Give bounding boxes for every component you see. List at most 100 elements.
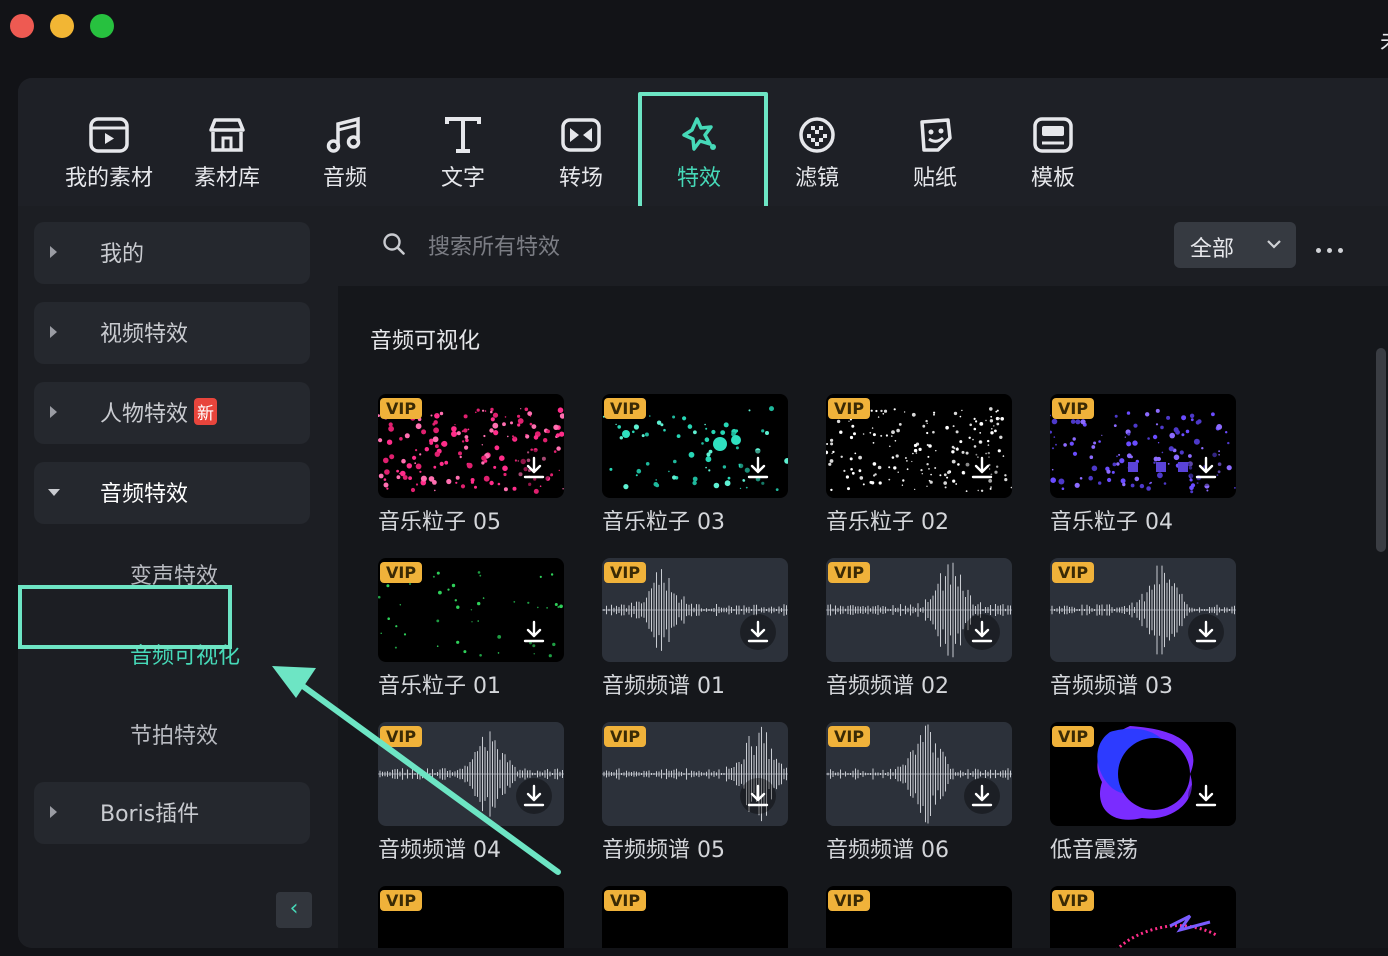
sidebar-item-video-effects[interactable]: 视频特效 <box>34 302 310 364</box>
tab-stock-media[interactable]: 素材库 <box>172 116 282 196</box>
effect-thumbnail[interactable]: VIP <box>826 886 1012 948</box>
effect-title: 音乐粒子 02 <box>826 510 949 535</box>
particle <box>415 463 422 470</box>
effect-thumbnail[interactable]: VIP <box>378 886 564 948</box>
tab-templates[interactable]: 模板 <box>998 116 1108 196</box>
zoom-window-button[interactable] <box>90 14 114 38</box>
particle <box>979 440 982 443</box>
particle <box>955 483 958 485</box>
particle <box>832 450 835 454</box>
effect-thumbnail[interactable]: VIP <box>826 722 1012 826</box>
particle <box>673 459 677 464</box>
sidebar-item-boris-plugins[interactable]: Boris插件 <box>34 782 310 844</box>
effect-card[interactable]: VIP <box>602 886 788 948</box>
tab-label: 文字 <box>440 166 485 191</box>
effect-card[interactable]: VIP 音乐粒子 03 <box>602 394 788 536</box>
download-icon <box>1195 456 1217 479</box>
effect-thumbnail[interactable]: VIP <box>378 558 564 662</box>
sidebar-item-people-effects[interactable]: 人物特效新 <box>34 382 310 444</box>
search-input[interactable] <box>426 226 830 268</box>
effect-card[interactable]: VIP 音频频谱 02 <box>826 558 1012 700</box>
download-button[interactable] <box>1188 778 1224 814</box>
download-button[interactable] <box>1188 614 1224 650</box>
effect-thumbnail[interactable]: VIP <box>1050 886 1236 948</box>
effect-thumbnail[interactable]: VIP <box>378 722 564 826</box>
close-window-button[interactable] <box>10 14 34 38</box>
effect-thumbnail[interactable]: VIP <box>602 558 788 662</box>
effect-card[interactable]: VIP 音频频谱 03 <box>1050 558 1236 700</box>
particle <box>748 409 751 412</box>
category-filter-dropdown[interactable]: 全部 <box>1174 222 1296 268</box>
more-options-button[interactable] <box>1316 238 1356 253</box>
tab-titles[interactable]: 文字 <box>408 116 518 196</box>
particle <box>517 414 521 418</box>
particle <box>439 461 444 466</box>
effect-card[interactable]: VIP 音乐粒子 05 <box>378 394 564 536</box>
transition-icon <box>561 118 601 152</box>
effect-title: 音频频谱 05 <box>602 838 725 863</box>
effect-card[interactable]: VIP 音乐粒子 01 <box>378 558 564 700</box>
particle <box>533 653 535 655</box>
download-icon <box>1195 784 1217 807</box>
effect-card[interactable]: VIP 低音震荡 <box>1050 722 1236 864</box>
download-button[interactable] <box>516 450 552 486</box>
effect-thumbnail[interactable]: VIP <box>602 394 788 498</box>
particle <box>1051 468 1054 471</box>
collapse-sidebar-button[interactable]: ‹ <box>276 892 312 928</box>
particle <box>430 414 433 417</box>
particle <box>1157 472 1163 479</box>
effect-thumbnail[interactable]: VIP <box>1050 394 1236 498</box>
effect-card[interactable]: VIP <box>826 886 1012 948</box>
download-button[interactable] <box>1188 450 1224 486</box>
download-button[interactable] <box>516 778 552 814</box>
effect-thumbnail[interactable]: VIP <box>602 886 788 948</box>
particle <box>979 432 982 434</box>
tab-audio[interactable]: 音频 <box>290 116 400 196</box>
particle <box>1166 415 1171 420</box>
tab-stickers[interactable]: 贴纸 <box>880 116 990 196</box>
effect-card[interactable]: VIP <box>378 886 564 948</box>
particle <box>386 439 393 445</box>
effect-thumbnail[interactable]: VIP <box>1050 722 1236 826</box>
particle <box>1098 481 1102 485</box>
particle <box>460 484 466 489</box>
particle <box>451 431 457 437</box>
particle <box>953 411 958 416</box>
effect-thumbnail[interactable]: VIP <box>378 394 564 498</box>
effect-card[interactable]: VIP 音乐粒子 04 <box>1050 394 1236 536</box>
effect-thumbnail[interactable]: VIP <box>826 558 1012 662</box>
particle <box>404 433 410 439</box>
download-button[interactable] <box>964 614 1000 650</box>
effect-card[interactable]: VIP 音频频谱 06 <box>826 722 1012 864</box>
effect-card[interactable]: VIP 音乐粒子 02 <box>826 394 1012 536</box>
effect-thumbnail[interactable]: VIP <box>1050 558 1236 662</box>
effect-thumbnail[interactable]: VIP <box>602 722 788 826</box>
download-button[interactable] <box>740 778 776 814</box>
effect-thumbnail[interactable]: VIP <box>826 394 1012 498</box>
particle <box>769 406 774 412</box>
particle <box>419 453 422 456</box>
minimize-window-button[interactable] <box>50 14 74 38</box>
particle <box>994 429 997 433</box>
download-button[interactable] <box>964 450 1000 486</box>
sidebar-item-audio-effects[interactable]: 音频特效 <box>34 462 310 524</box>
download-button[interactable] <box>740 614 776 650</box>
download-button[interactable] <box>740 450 776 486</box>
tab-filters[interactable]: 滤镜 <box>762 116 872 196</box>
vertical-scrollbar[interactable] <box>1376 348 1386 552</box>
download-button[interactable] <box>516 614 552 650</box>
effect-card[interactable]: VIP <box>1050 886 1236 948</box>
tab-my-media[interactable]: 我的素材 <box>54 116 164 196</box>
tab-transitions[interactable]: 转场 <box>526 116 636 196</box>
effect-card[interactable]: VIP 音频频谱 01 <box>602 558 788 700</box>
particle <box>456 431 461 436</box>
neon-ring <box>1169 914 1211 933</box>
effect-card[interactable]: VIP 音频频谱 04 <box>378 722 564 864</box>
particle <box>489 480 494 486</box>
download-button[interactable] <box>964 778 1000 814</box>
particle <box>850 468 853 471</box>
effect-card[interactable]: VIP 音频频谱 05 <box>602 722 788 864</box>
sidebar-subitem-beat-effects[interactable]: 节拍特效 <box>130 718 218 750</box>
particle <box>896 428 900 433</box>
sidebar-item-mine[interactable]: 我的 <box>34 222 310 284</box>
